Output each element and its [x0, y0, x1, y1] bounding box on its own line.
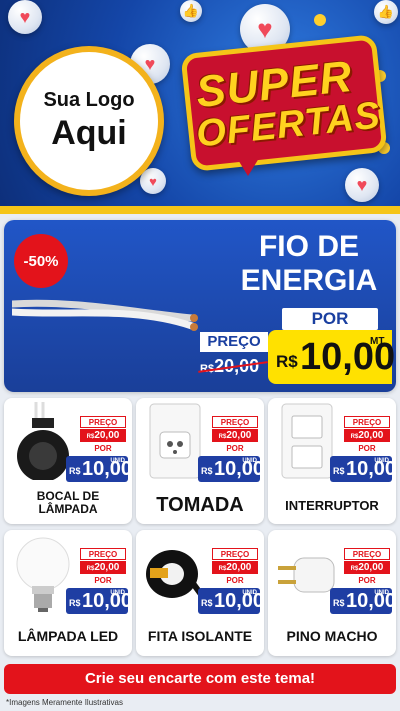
price-currency: R$	[69, 598, 81, 608]
por-label: POR	[94, 444, 112, 453]
price-currency: R$	[333, 466, 345, 476]
product-name: FITA ISOLANTE	[147, 628, 253, 644]
price-unit: UNID	[110, 458, 125, 464]
old-price: R$20,00	[344, 561, 390, 574]
preco-label: PREÇO	[80, 548, 126, 560]
preco-label: PREÇO	[200, 332, 268, 352]
preco-label: PREÇO	[212, 548, 258, 560]
price-unit: UNID	[110, 590, 125, 596]
product-card[interactable]: PREÇO R$20,00 POR R$ 10,00 UNID INTERRUPTOR	[268, 398, 396, 524]
old-price: R$20,00	[80, 561, 126, 574]
por-label: POR	[226, 444, 244, 453]
electric-cable-icon	[12, 299, 198, 331]
old-price-value: 20,00	[94, 562, 120, 573]
product-name: TOMADA	[156, 494, 244, 516]
product-card[interactable]: PREÇO R$20,00 POR R$ 10,00 UNID PINO MACHO	[268, 530, 396, 656]
product-name: PINO MACHO	[286, 628, 378, 644]
price-currency: R$	[201, 466, 213, 476]
new-price: R$ 10,00 UNID	[198, 456, 264, 482]
price-currency: R$	[201, 598, 213, 608]
old-price-value: 20,00	[226, 562, 252, 573]
por-label: POR	[94, 576, 112, 585]
product-name: LÂMPADA LED	[17, 628, 119, 644]
price-unit: UNID	[242, 458, 257, 464]
like-bubble-icon: 👍	[374, 0, 398, 24]
old-price: R$20,00	[80, 429, 126, 442]
price-currency: R$	[333, 598, 345, 608]
old-price-value: 20,00	[358, 430, 384, 441]
product-card[interactable]: PREÇO R$20,00 POR R$ 10,00 UNID TOMADA	[136, 398, 264, 524]
product-card[interactable]: PREÇO R$20,00 POR R$ 10,00 UNID FITA ISOLANTE	[136, 530, 264, 656]
product-name: BOCAL DE LÂMPADA	[36, 489, 100, 516]
product-name: INTERRUPTOR	[285, 498, 379, 513]
new-price: R$ 10,00 UNID	[66, 456, 132, 482]
old-price-value: 20,00	[226, 430, 252, 441]
price-unit: UNID	[242, 590, 257, 596]
old-price: R$20,00	[212, 429, 258, 442]
create-flyer-button[interactable]: Crie seu encarte com este tema!	[4, 664, 396, 694]
divider-strip	[0, 206, 400, 214]
header-banner: ♥ ♥ ♥ ♥ ♥ 👍 👍 Sua Logo Aqui SUPER OFERTA…	[0, 0, 400, 212]
heart-bubble-icon: ♥	[345, 168, 379, 202]
logo-placeholder: Sua Logo Aqui	[14, 46, 164, 196]
price-currency: R$	[276, 352, 298, 371]
por-label: POR	[226, 576, 244, 585]
por-label: POR	[282, 308, 378, 330]
price-unit: MT	[370, 336, 385, 347]
por-label: POR	[358, 444, 376, 453]
new-price: R$ 10,00 UNID	[66, 588, 132, 614]
old-price-value: 20,00	[358, 562, 384, 573]
new-price: R$ 10,00 UNID	[198, 588, 264, 614]
por-label: POR	[358, 576, 376, 585]
smile-emoji-icon	[314, 14, 326, 26]
old-price: R$20,00	[212, 561, 258, 574]
featured-product-card[interactable]: -50% FIO DE ENERGIA POR PREÇO R$20,00 R$…	[4, 220, 396, 392]
old-price-value: 20,00	[94, 430, 120, 441]
disclaimer-text: *Imagens Meramente Ilustrativas	[6, 698, 123, 707]
sign-tail	[232, 150, 264, 176]
heart-bubble-icon: ♥	[8, 0, 42, 34]
title-line1: FIO DE	[258, 230, 359, 263]
preco-label: PREÇO	[80, 416, 126, 428]
price-unit: UNID	[374, 458, 389, 464]
like-bubble-icon: 👍	[180, 0, 202, 22]
old-price: R$20,00	[344, 429, 390, 442]
featured-product-title: FIO DE ENERGIA	[224, 230, 394, 298]
logo-text-line2: Aqui	[51, 114, 127, 152]
title-line2: ENERGIA	[240, 264, 378, 297]
preco-label: PREÇO	[344, 416, 390, 428]
new-price: R$ 10,00 UNID	[330, 588, 396, 614]
new-price: R$ 10,00 MT	[268, 330, 395, 384]
price-currency: R$	[69, 466, 81, 476]
new-price: R$ 10,00 UNID	[330, 456, 396, 482]
preco-label: PREÇO	[344, 548, 390, 560]
price-unit: UNID	[374, 590, 389, 596]
product-card[interactable]: PREÇO R$20,00 POR R$ 10,00 UNID LÂMPADA LED	[4, 530, 132, 656]
product-card[interactable]: PREÇO R$20,00 POR R$ 10,00 UNID BOCAL DE LÂMPA…	[4, 398, 132, 524]
logo-text-line1: Sua Logo	[43, 89, 135, 111]
discount-badge: -50%	[14, 234, 68, 288]
preco-label: PREÇO	[212, 416, 258, 428]
